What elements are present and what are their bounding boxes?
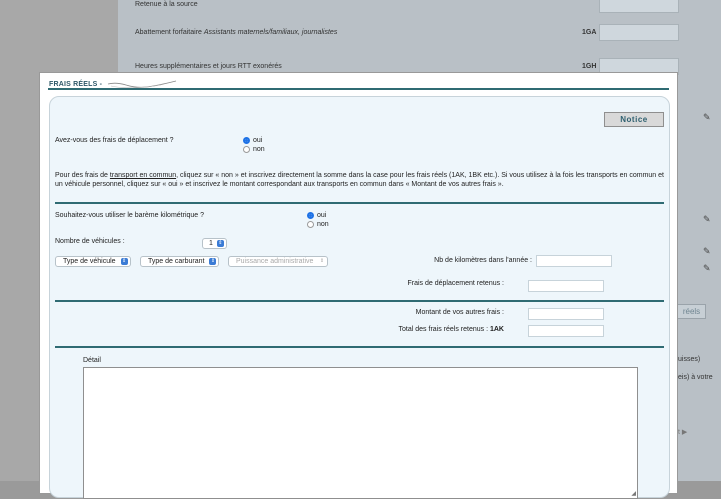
- total-code: 1AK: [489, 326, 504, 333]
- radio-unselected-icon[interactable]: [307, 221, 314, 228]
- select-arrows-icon: ⇕: [120, 258, 128, 265]
- select-arrows-icon: ⇕: [209, 258, 217, 265]
- bg-side-text: eis) à votre: [678, 374, 713, 381]
- bg-row-retenue: Retenue à la source: [135, 1, 198, 8]
- nb-vehicules-value: 1: [209, 240, 213, 247]
- question-bareme: Souhaitez-vous utiliser le barème kilomé…: [55, 212, 205, 219]
- section-divider: [55, 300, 664, 302]
- frais-reels-modal: FRAIS RÉELS - Notice Avez-vous des frais…: [39, 72, 678, 499]
- pencil-icon: ✎: [703, 112, 711, 122]
- radio-label: non: [253, 146, 265, 153]
- nb-vehicules-label: Nombre de véhicules :: [55, 238, 125, 245]
- bg-input-retenue: [599, 0, 679, 13]
- puissance-select: Puissance administrative ⇕: [228, 256, 329, 267]
- bg-row-abattement: Abattement forfaitaire Assistants matern…: [135, 29, 337, 36]
- instructions-paragraph: Pour des frais de transport en commun, c…: [55, 172, 664, 189]
- bg-code-1ga: 1GA: [582, 29, 597, 36]
- notice-button[interactable]: Notice: [604, 112, 664, 127]
- nb-vehicules-select[interactable]: 1 ⇕: [202, 238, 227, 249]
- detail-textarea[interactable]: ◢: [83, 367, 638, 499]
- radio-deplacement-non[interactable]: non: [243, 146, 265, 153]
- pencil-icon: ✎: [703, 246, 711, 256]
- bg-input-1ga: [599, 24, 679, 41]
- radio-selected-icon[interactable]: [243, 137, 250, 144]
- select-arrows-icon: ⇕: [319, 258, 325, 264]
- total-label-text: Total des frais réels retenus :: [398, 326, 489, 333]
- bg-row-heures: Heures supplémentaires et jours RTT exon…: [135, 63, 282, 70]
- total-input: [528, 325, 604, 337]
- pencil-icon: ✎: [703, 263, 711, 273]
- bg-side-text: t ▶: [678, 429, 688, 436]
- pencil-icon: ✎: [703, 214, 711, 224]
- modal-title-text: FRAIS RÉELS -: [49, 80, 103, 88]
- question-deplacement: Avez-vous des frais de déplacement ?: [55, 137, 174, 144]
- bg-button-reels: réels: [677, 304, 706, 319]
- select-arrows-icon: ⇕: [216, 240, 224, 247]
- resize-handle-icon[interactable]: ◢: [631, 490, 636, 497]
- section-divider: [55, 346, 664, 348]
- frais-retenus-input: [528, 280, 604, 292]
- nb-km-label: Nb de kilomètres dans l'année :: [434, 257, 532, 264]
- section-divider: [55, 202, 664, 204]
- radio-selected-icon[interactable]: [307, 212, 314, 219]
- puissance-label: Puissance administrative: [236, 258, 314, 265]
- radio-bareme-oui[interactable]: oui: [307, 212, 326, 219]
- autres-frais-label: Montant de vos autres frais :: [415, 309, 504, 316]
- nb-km-input[interactable]: [536, 255, 612, 267]
- radio-label: oui: [253, 137, 263, 144]
- bg-row-abattement-italic: Assistants maternels/familiaux, journali…: [203, 29, 338, 36]
- bg-row-abattement-prefix: Abattement forfaitaire: [135, 29, 204, 36]
- para-prefix: Pour des frais de: [55, 172, 110, 179]
- radio-unselected-icon[interactable]: [243, 146, 250, 153]
- type-carburant-label: Type de carburant: [148, 258, 205, 265]
- radio-bareme-non[interactable]: non: [307, 221, 329, 228]
- radio-label: oui: [317, 212, 327, 219]
- title-divider: [48, 88, 669, 90]
- bg-side-text: uisses): [678, 356, 701, 363]
- type-vehicule-label: Type de véhicule: [63, 258, 116, 265]
- bg-code-1gh: 1GH: [582, 63, 597, 70]
- autres-frais-input[interactable]: [528, 308, 604, 320]
- detail-label: Détail: [83, 357, 101, 364]
- type-carburant-select[interactable]: Type de carburant ⇕: [140, 256, 220, 267]
- para-link[interactable]: transport en commun: [110, 172, 176, 179]
- radio-deplacement-oui[interactable]: oui: [243, 137, 262, 144]
- frais-panel: Notice Avez-vous des frais de déplacemen…: [49, 96, 670, 499]
- radio-label: non: [317, 221, 329, 228]
- frais-retenus-label: Frais de déplacement retenus :: [407, 280, 505, 287]
- type-vehicule-select[interactable]: Type de véhicule ⇕: [55, 256, 131, 267]
- total-label: Total des frais réels retenus : 1AK: [300, 326, 504, 333]
